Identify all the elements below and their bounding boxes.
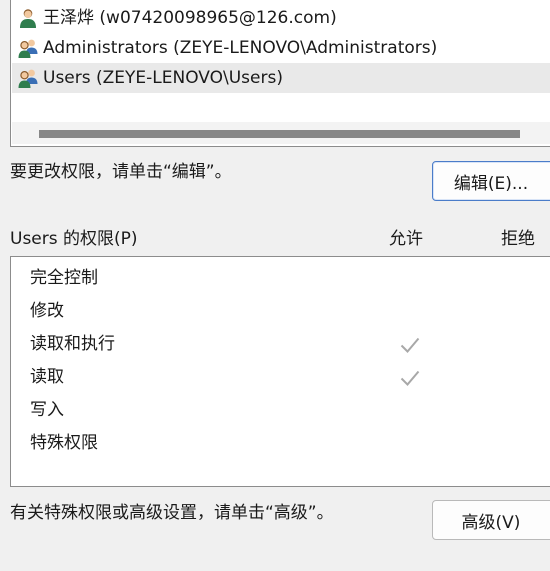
principal-item-user[interactable]: 王泽烨 (w07420098965@126.com)	[17, 3, 337, 33]
edit-button[interactable]: 编辑(E)...	[432, 161, 550, 201]
permission-name: 读取	[30, 367, 64, 387]
permission-name: 完全控制	[30, 268, 98, 288]
checkmark-icon	[399, 367, 421, 389]
permission-row-modify: 修改	[11, 295, 550, 328]
principal-label: Administrators (ZEYE-LENOVO\Administrato…	[43, 38, 438, 58]
allow-column-header: 允许	[389, 229, 423, 249]
advanced-button-label: 高级(V)	[461, 512, 521, 533]
permission-name: 特殊权限	[30, 433, 98, 453]
principal-item-users[interactable]: Users (ZEYE-LENOVO\Users)	[12, 63, 550, 93]
edit-hint-text: 要更改权限，请单击“编辑”。	[10, 162, 232, 182]
permission-row-write: 写入	[11, 394, 550, 427]
user-icon	[17, 7, 39, 29]
principal-label: 王泽烨 (w07420098965@126.com)	[43, 8, 337, 28]
permission-row-read-execute: 读取和执行	[11, 328, 550, 361]
permission-row-read: 读取	[11, 361, 550, 394]
group-user-list[interactable]: 王泽烨 (w07420098965@126.com) Administrator…	[10, 0, 550, 147]
checkmark-icon	[399, 334, 421, 356]
permission-name: 读取和执行	[30, 334, 115, 354]
permission-name: 修改	[30, 301, 64, 321]
horizontal-scrollbar[interactable]	[12, 122, 550, 144]
permissions-list: 完全控制 修改 读取和执行 读取 写入 特殊权限	[10, 256, 550, 487]
group-icon	[17, 37, 39, 59]
security-tab: 王泽烨 (w07420098965@126.com) Administrator…	[0, 0, 550, 571]
permission-row-full-control: 完全控制	[11, 262, 550, 295]
principal-label: Users (ZEYE-LENOVO\Users)	[43, 68, 283, 88]
permission-name: 写入	[30, 400, 64, 420]
permission-row-special: 特殊权限	[11, 427, 550, 460]
principal-item-administrators[interactable]: Administrators (ZEYE-LENOVO\Administrato…	[17, 33, 437, 63]
permissions-title: Users 的权限(P)	[10, 229, 138, 249]
advanced-hint-text: 有关特殊权限或高级设置，请单击“高级”。	[10, 503, 334, 523]
deny-column-header: 拒绝	[501, 229, 535, 249]
group-icon	[17, 67, 39, 89]
scrollbar-thumb[interactable]	[39, 130, 520, 138]
advanced-button[interactable]: 高级(V)	[432, 500, 550, 540]
permissions-header: Users 的权限(P) 允许 拒绝	[0, 227, 550, 251]
edit-button-label: 编辑(E)...	[453, 173, 529, 194]
